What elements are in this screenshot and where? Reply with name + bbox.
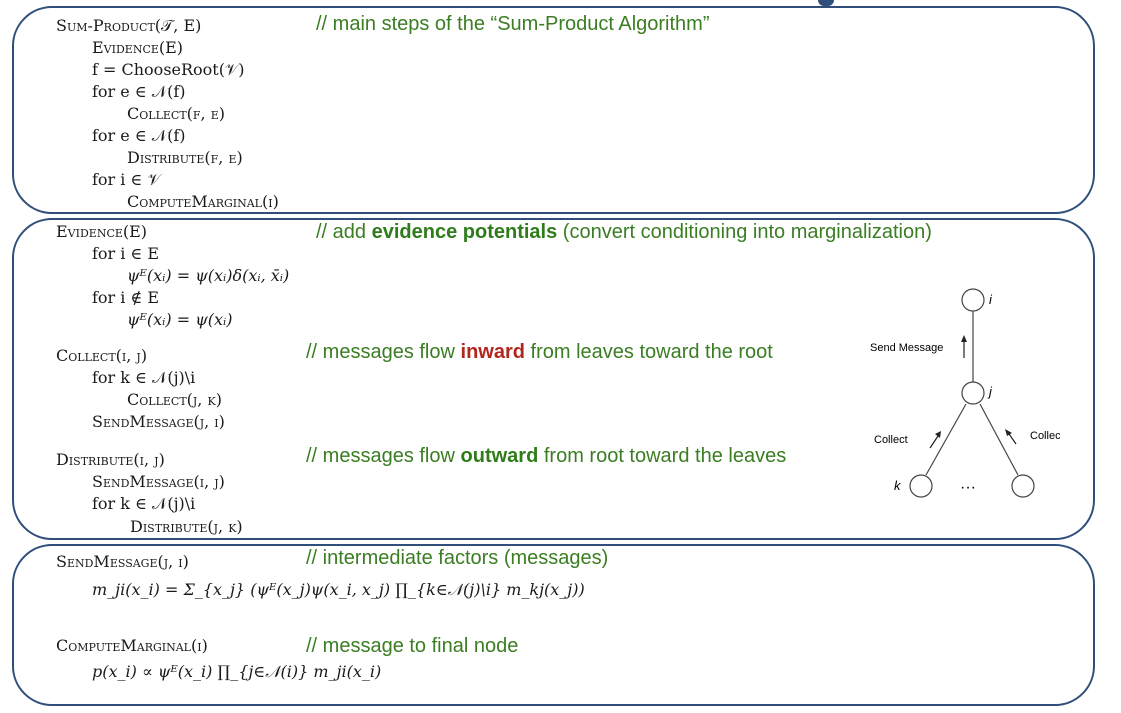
node-j-circle: [961, 381, 985, 405]
evidence-header: Evidence(E): [56, 222, 148, 241]
node-i-circle: [961, 288, 985, 312]
collect-send-message: SendMessage(j, i): [92, 412, 225, 431]
collect-left-label: Collect: [874, 434, 908, 446]
evidence-potential-formula: ψᴱ(xᵢ) = ψ(xᵢ)δ(xᵢ, x̄ᵢ): [127, 266, 290, 285]
message-tree-diagram: i j k ··· Send Message Collect Collect: [870, 288, 1060, 498]
for-distribute-loop: for e ∈ 𝒩(f): [92, 126, 186, 145]
for-i-in-e: for i ∈ E: [92, 244, 160, 263]
dots-label: ···: [960, 479, 976, 496]
main-steps-comment: // main steps of the “Sum-Product Algori…: [316, 13, 710, 35]
collect-right-arrowhead: [1005, 429, 1012, 436]
collect-for-loop: for k ∈ 𝒩(j)\i: [92, 368, 196, 387]
for-i-not-in-e: for i ∉ E: [92, 288, 160, 307]
evidence-call: Evidence(E): [92, 38, 184, 57]
compute-marginal-formula: p(x_i) ∝ ψᴱ(x_i) ∏_{j∈𝒩(i)} m_ji(x_i): [92, 662, 382, 681]
distribute-recursive-call: Distribute(j, k): [130, 517, 243, 536]
distribute-send-message: SendMessage(i, j): [92, 472, 225, 491]
for-collect-loop: for e ∈ 𝒩(f): [92, 82, 186, 101]
distribute-for-loop: for k ∈ 𝒩(j)\i: [92, 494, 196, 513]
send-message-formula: m_ji(x_i) = Σ_{x_j} (ψᴱ(x_j)ψ(x_i, x_j) …: [92, 580, 585, 599]
collect-header: Collect(i, j): [56, 346, 148, 365]
compute-marginal-comment: // message to final node: [306, 635, 519, 657]
distribute-call: Distribute(f, e): [127, 148, 243, 167]
compute-marginal-call: ComputeMarginal(i): [127, 192, 279, 211]
collect-call: Collect(f, e): [127, 104, 225, 123]
node-leaf-circle: [1011, 474, 1035, 498]
collect-comment: // messages flow inward from leaves towa…: [306, 341, 773, 363]
send-message-label: Send Message: [870, 342, 943, 354]
evidence-potential-default: ψᴱ(xᵢ) = ψ(xᵢ): [127, 310, 233, 329]
edge-j-k: [925, 403, 967, 476]
send-message-header: SendMessage(j, i): [56, 552, 189, 571]
node-k-label: k: [894, 478, 902, 493]
sum-product-header: Sum-Product(𝒯, E): [56, 16, 202, 35]
choose-root-line: f = ChooseRoot(𝒱): [92, 60, 245, 79]
distribute-comment: // messages flow outward from root towar…: [306, 445, 787, 467]
node-i-label: i: [989, 292, 993, 307]
send-message-comment: // intermediate factors (messages): [306, 547, 609, 569]
collect-right-label: Collect: [1030, 430, 1060, 442]
distribute-header: Distribute(i, j): [56, 450, 165, 469]
node-j-label: j: [987, 384, 993, 399]
send-message-arrowhead: [961, 335, 967, 342]
for-marginal-loop: for i ∈ 𝒱: [92, 170, 161, 189]
evidence-comment: // add evidence potentials (convert cond…: [316, 221, 932, 243]
compute-marginal-header: ComputeMarginal(i): [56, 636, 208, 655]
collect-recursive-call: Collect(j, k): [127, 390, 222, 409]
node-k-circle: [909, 474, 933, 498]
